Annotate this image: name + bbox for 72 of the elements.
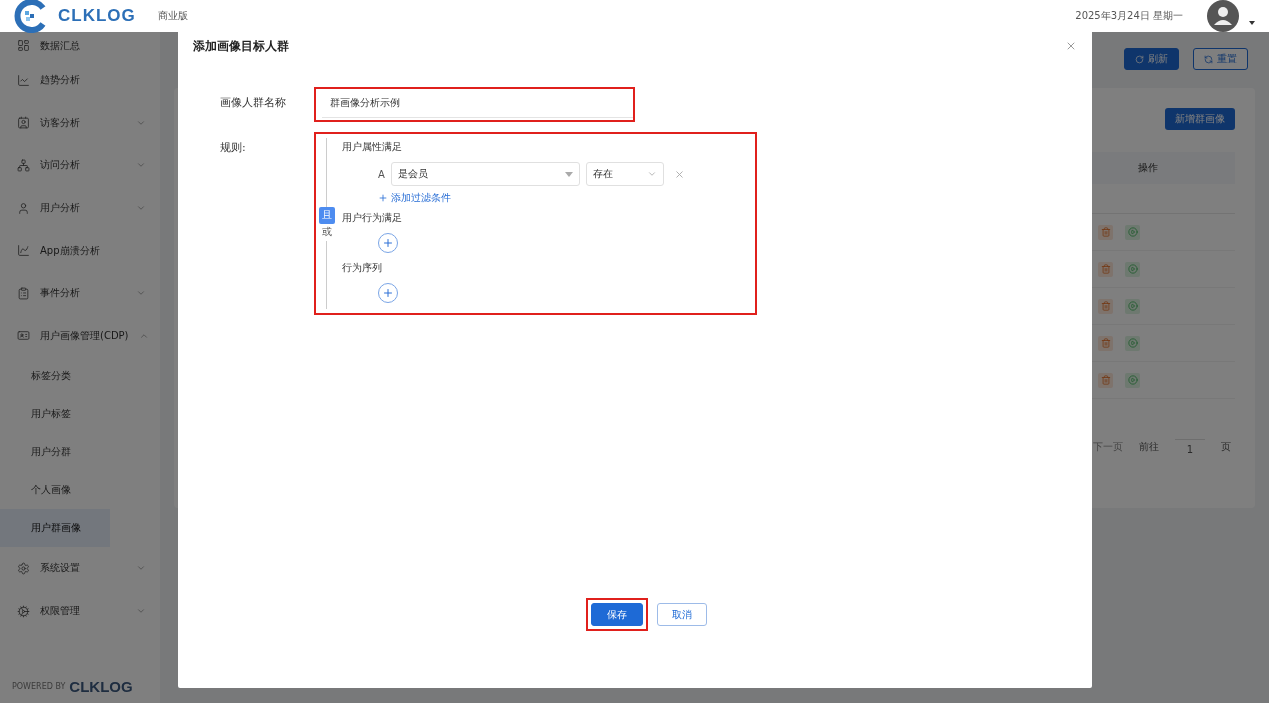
logo-icon xyxy=(14,0,48,33)
sidebar-item[interactable]: 访客分析 xyxy=(0,101,160,145)
delete-button[interactable] xyxy=(1098,261,1113,277)
goto-label: 前往 xyxy=(1139,440,1159,454)
cancel-button[interactable]: 取消 xyxy=(657,603,707,626)
logo-text: CLKLOG xyxy=(58,6,136,26)
edition-label: 商业版 xyxy=(157,9,188,23)
play-button[interactable] xyxy=(1125,298,1140,314)
plus-icon xyxy=(382,237,394,249)
group-title: 行为序列 xyxy=(342,261,383,275)
sidebar-item[interactable]: 趋势分析 xyxy=(0,59,160,102)
delete-button[interactable] xyxy=(1098,372,1113,388)
page-input[interactable]: 1 xyxy=(1175,439,1205,455)
delete-button[interactable] xyxy=(1098,335,1113,351)
caret-icon xyxy=(564,171,573,177)
add-filter-link[interactable]: 添加过滤条件 xyxy=(342,191,755,205)
play-button[interactable] xyxy=(1125,335,1140,351)
sidebar-item[interactable]: 用户分析 xyxy=(0,186,160,230)
clipboard-icon xyxy=(17,286,30,300)
field-label: 规则: xyxy=(219,140,247,155)
caret-icon[interactable] xyxy=(1249,20,1255,26)
remove-button[interactable] xyxy=(673,168,685,180)
group-title: 用户行为满足 xyxy=(342,211,403,225)
group-title: 用户属性满足 xyxy=(342,140,403,154)
sidebar-subitem[interactable]: 用户分群 xyxy=(0,433,110,472)
add-button[interactable]: 新增群画像 xyxy=(1165,108,1235,130)
brand-text: CLKLOG xyxy=(69,677,133,695)
sidebar-item[interactable]: App崩溃分析 xyxy=(0,229,160,272)
add-button[interactable] xyxy=(378,283,398,303)
sidebar-item[interactable]: 访问分析 xyxy=(0,144,160,187)
date-text: 2025年3月24日 星期一 xyxy=(1075,9,1183,23)
id-card-icon xyxy=(17,329,30,343)
chevron-down-icon xyxy=(646,169,657,179)
delete-button[interactable] xyxy=(1098,298,1113,314)
plus-icon xyxy=(382,287,394,299)
field-label: 画像人群名称 xyxy=(219,95,287,110)
page-suffix: 页 xyxy=(1221,440,1231,454)
reset-icon xyxy=(1204,54,1213,64)
avatar-icon[interactable] xyxy=(1207,0,1239,32)
sidebar-subitem[interactable]: 标签分类 xyxy=(0,357,110,396)
column-header: 操作 xyxy=(1138,161,1158,175)
plus-icon xyxy=(378,193,388,203)
play-button[interactable] xyxy=(1125,372,1140,388)
sidebar-item[interactable]: 权限管理 xyxy=(0,589,160,633)
operator-select[interactable]: 存在 xyxy=(585,162,664,186)
line-chart-icon xyxy=(17,73,30,87)
sidebar-subitem[interactable]: 用户标签 xyxy=(0,395,110,434)
sidebar-subitem[interactable]: 用户群画像 xyxy=(0,509,110,548)
reset-button[interactable]: 重置 xyxy=(1193,48,1248,70)
gear-icon xyxy=(17,561,30,575)
delete-button[interactable] xyxy=(1098,224,1113,240)
condition-letter: A xyxy=(378,168,385,180)
play-button[interactable] xyxy=(1125,224,1140,240)
sidebar-item[interactable]: 事件分析 xyxy=(0,271,160,315)
sidebar-subitem[interactable]: 个人画像 xyxy=(0,471,110,510)
logic-toggle[interactable]: 且 xyxy=(319,206,335,224)
refresh-icon xyxy=(1135,54,1144,64)
sidebar-item[interactable]: 系统设置 xyxy=(0,547,160,590)
add-button[interactable] xyxy=(378,233,398,253)
refresh-button[interactable]: 刷新 xyxy=(1124,48,1179,70)
contact-card-icon xyxy=(17,116,30,130)
gear-icon xyxy=(17,604,30,618)
user-icon xyxy=(17,201,30,215)
play-button[interactable] xyxy=(1125,261,1140,277)
sidebar-item[interactable]: 数据汇总 xyxy=(0,32,160,59)
dialog-title: 添加画像目标人群 xyxy=(193,38,289,55)
dashboard-icon xyxy=(17,39,30,52)
network-icon xyxy=(17,159,30,172)
save-button[interactable]: 保存 xyxy=(591,603,643,626)
sidebar-item[interactable]: 用户画像管理(CDP) xyxy=(0,314,160,358)
property-select[interactable]: 是会员 xyxy=(390,162,580,186)
line-chart-icon xyxy=(17,244,30,258)
